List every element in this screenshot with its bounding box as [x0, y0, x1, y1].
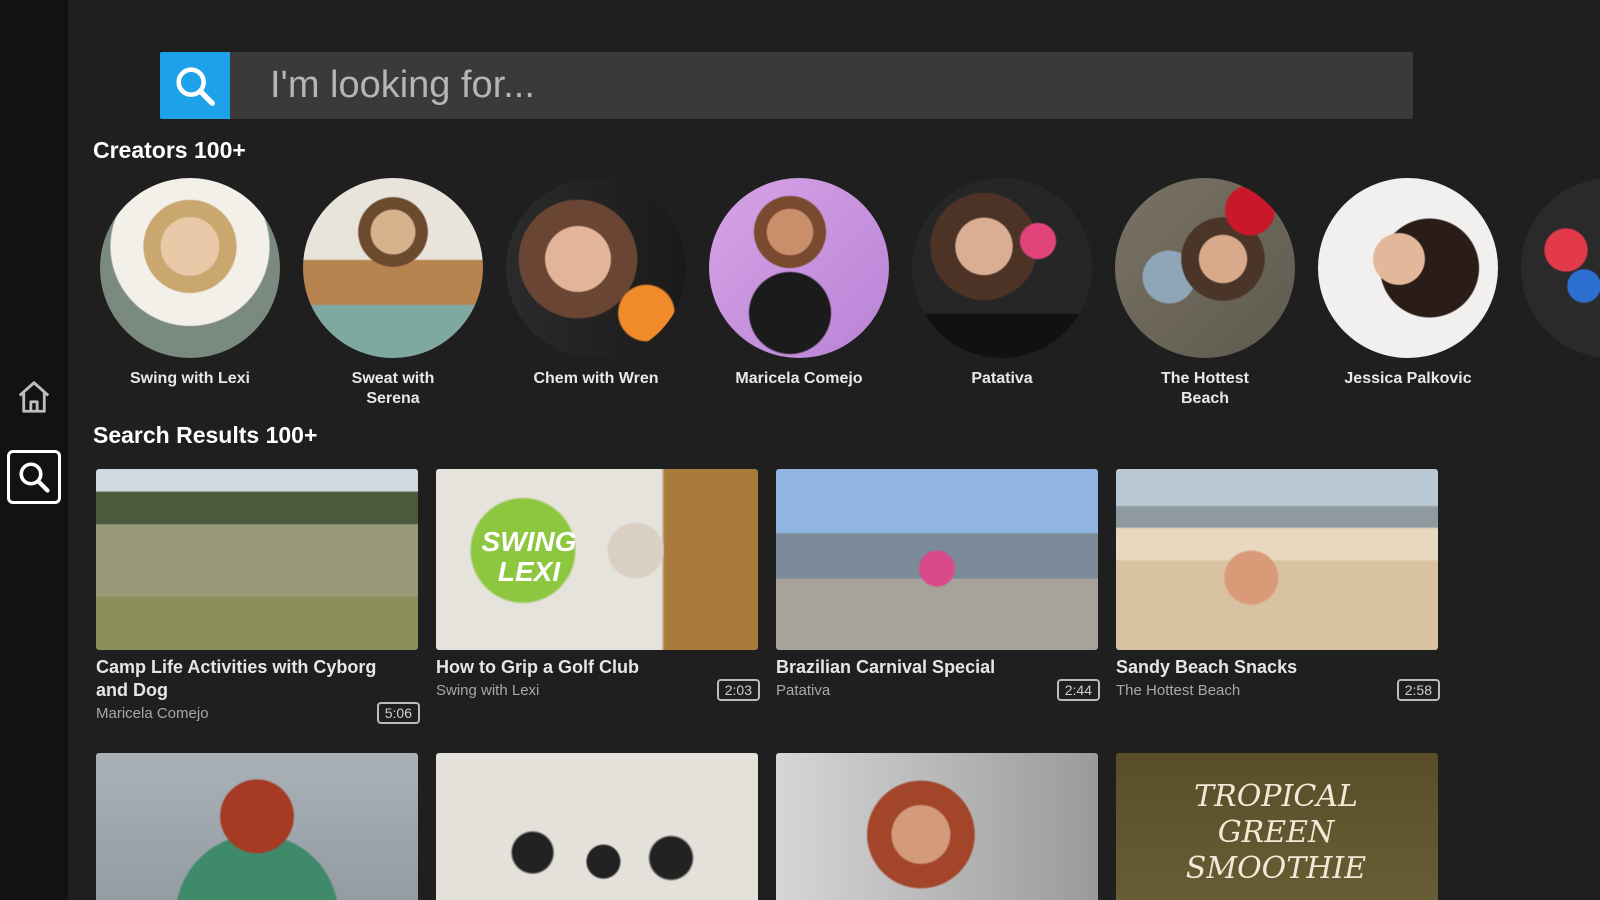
video-duration-badge: 2:03: [716, 679, 760, 701]
video-thumbnail: [96, 469, 418, 650]
nav-home-button[interactable]: [7, 370, 61, 424]
video-meta: The Hottest Beach 2:58: [1116, 679, 1440, 703]
video-card[interactable]: Camp Life Activities with Cyborg and Dog…: [96, 469, 420, 726]
creator-name: Sweat with Serena: [351, 370, 435, 407]
video-duration-badge: 5:06: [376, 702, 420, 724]
smoothie-title-text: TROPICAL GREEN SMOOTHIE: [1185, 779, 1367, 886]
video-thumbnail: [436, 753, 758, 900]
video-channel: Patativa: [776, 682, 831, 699]
video-card[interactable]: [776, 753, 1098, 900]
creator-name: Patativa: [971, 370, 1033, 387]
creator-name: Jessica Palkovic: [1344, 370, 1472, 387]
creators-section-title: Creators 100+: [93, 137, 246, 163]
video-duration-badge: 2:58: [1396, 679, 1440, 701]
video-meta: Patativa 2:44: [776, 679, 1100, 703]
creator-avatar: [506, 178, 686, 358]
creator-item[interactable]: Chem with Wren: [504, 178, 688, 389]
creator-item[interactable]: Sweat with Serena: [301, 178, 485, 408]
video-channel: The Hottest Beach: [1116, 682, 1241, 699]
video-card[interactable]: SWING LEXI How to Grip a Golf Club Swing…: [436, 469, 760, 703]
video-thumbnail: [776, 753, 1098, 900]
creator-avatar: [1521, 178, 1600, 358]
results-grid: Camp Life Activities with Cyborg and Dog…: [96, 469, 1556, 900]
creator-item[interactable]: Patativa: [910, 178, 1094, 389]
creator-item[interactable]: Jessica Palkovic: [1316, 178, 1500, 389]
video-title: Sandy Beach Snacks: [1116, 657, 1298, 677]
creator-name: The Hottest Beach: [1161, 370, 1249, 407]
video-card[interactable]: TROPICAL GREEN SMOOTHIE: [1116, 753, 1438, 900]
video-thumbnail: [1116, 469, 1438, 650]
video-card[interactable]: Sandy Beach Snacks The Hottest Beach 2:5…: [1116, 469, 1440, 703]
search-button[interactable]: [160, 52, 230, 119]
video-thumbnail: SWING LEXI: [436, 469, 758, 650]
video-card[interactable]: [96, 753, 418, 900]
creators-row: Swing with Lexi Sweat with Serena Chem w…: [98, 178, 1600, 408]
video-channel: Swing with Lexi: [436, 682, 540, 699]
nav-search-button[interactable]: [7, 450, 61, 504]
creator-item[interactable]: Swing with Lexi: [98, 178, 282, 389]
creator-avatar: [1115, 178, 1295, 358]
creator-item[interactable]: S: [1519, 178, 1600, 389]
creator-avatar: [303, 178, 483, 358]
creator-name: Maricela Comejo: [735, 370, 863, 387]
video-duration-badge: 2:44: [1056, 679, 1100, 701]
home-icon: [18, 381, 50, 413]
video-thumbnail: [776, 469, 1098, 650]
video-thumbnail: [96, 753, 418, 900]
search-input[interactable]: [230, 52, 1413, 119]
video-card[interactable]: [436, 753, 758, 900]
golf-logo-text: SWING LEXI: [481, 526, 577, 587]
video-thumbnail: TROPICAL GREEN SMOOTHIE: [1116, 753, 1438, 900]
video-title: Brazilian Carnival Special: [776, 657, 996, 677]
video-meta: Maricela Comejo 5:06: [96, 702, 420, 726]
video-meta: Swing with Lexi 2:03: [436, 679, 760, 703]
search-icon: [176, 66, 215, 106]
search-bar: [160, 52, 1413, 119]
creator-name: Swing with Lexi: [129, 370, 250, 387]
creator-name: S: [1519, 369, 1600, 389]
creator-name: Chem with Wren: [533, 370, 659, 387]
sidebar: [0, 0, 68, 900]
creator-avatar: [709, 178, 889, 358]
video-title: How to Grip a Golf Club: [436, 657, 639, 677]
creator-avatar: [1318, 178, 1498, 358]
creator-item[interactable]: The Hottest Beach: [1113, 178, 1297, 408]
creator-item[interactable]: Maricela Comejo: [707, 178, 891, 389]
video-channel: Maricela Comejo: [96, 705, 209, 722]
search-icon: [19, 462, 50, 493]
creator-avatar: [100, 178, 280, 358]
video-title: Camp Life Activities with Cyborg and Dog: [96, 657, 377, 700]
video-card[interactable]: Brazilian Carnival Special Patativa 2:44: [776, 469, 1100, 703]
creator-avatar: [912, 178, 1092, 358]
results-section-title: Search Results 100+: [93, 422, 318, 448]
